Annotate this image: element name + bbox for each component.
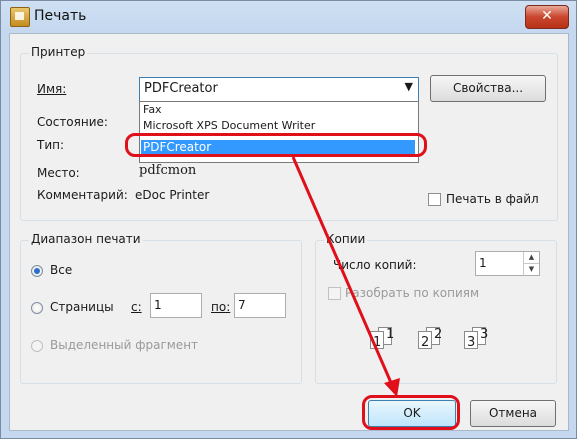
annotation-arrow — [291, 156, 400, 397]
